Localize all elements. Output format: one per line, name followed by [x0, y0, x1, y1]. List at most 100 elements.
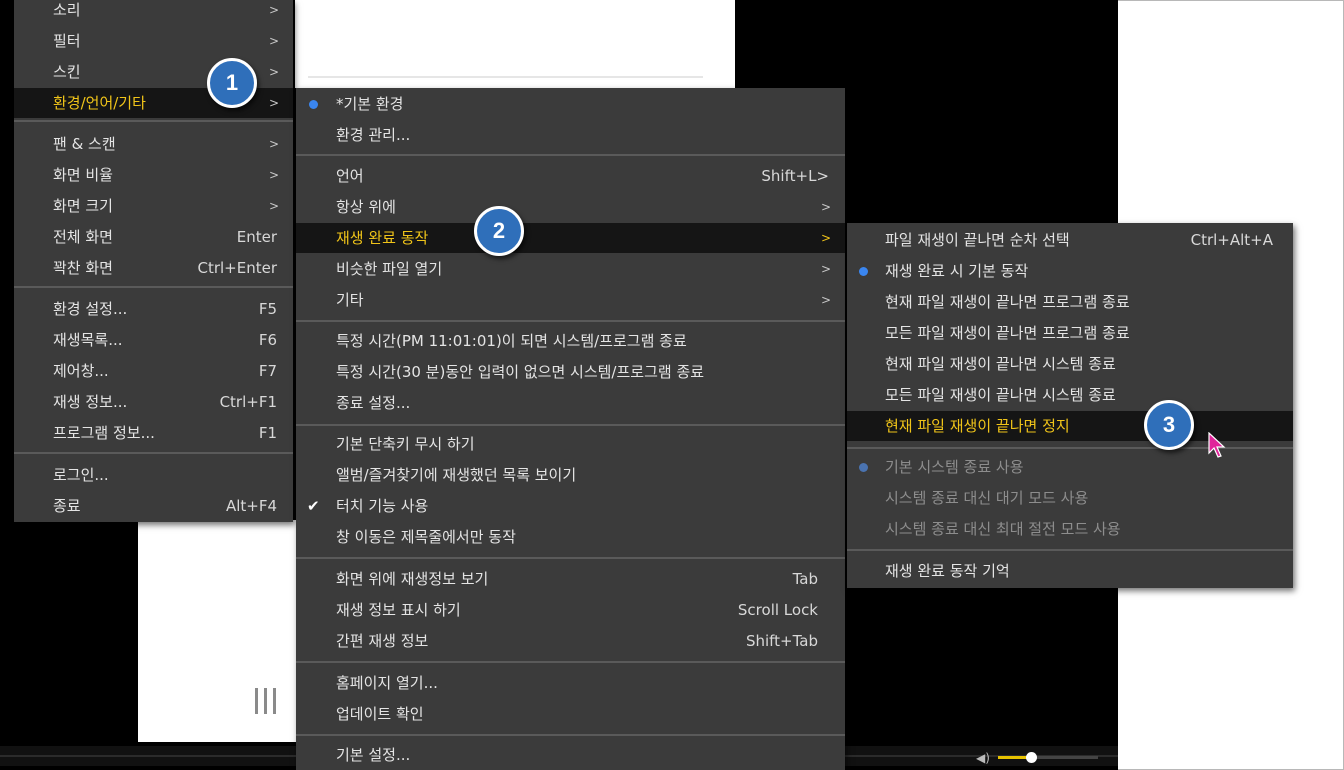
- menu-item-label: 필터: [53, 32, 81, 50]
- menu-item-exit-after-current[interactable]: 현재 파일 재생이 끝나면 프로그램 종료: [847, 287, 1293, 317]
- menu-item-timed-shutdown[interactable]: 특정 시간(PM 11:01:01)이 되면 시스템/프로그램 종료: [296, 326, 845, 356]
- menu-item-label: 재생 완료 동작 기억: [885, 562, 1010, 580]
- environment-submenu: *기본 환경 환경 관리... 언어 Shift+L> 항상 위에 > 재생 완료 …: [296, 88, 845, 770]
- menu-item-label: 항상 위에: [336, 198, 396, 216]
- menu-item-default-action[interactable]: 재생 완료 시 기본 동작: [847, 256, 1293, 286]
- menu-item-pan-scan[interactable]: 팬 & 스캔 >: [14, 129, 293, 159]
- menu-item-label: 재생 정보...: [53, 393, 128, 411]
- menu-item-shutdown-after-current[interactable]: 현재 파일 재생이 끝나면 시스템 종료: [847, 349, 1293, 379]
- menu-item-label: 꽉찬 화면: [53, 259, 113, 277]
- mouse-cursor-icon: [1208, 432, 1226, 458]
- shortcut-text: F6: [258, 331, 277, 349]
- step-badge-2: 2: [474, 206, 524, 256]
- shortcut-text: Scroll Lock: [737, 601, 818, 619]
- menu-item-remember-action[interactable]: 재생 완료 동작 기억: [847, 556, 1293, 586]
- menu-item-simple-info[interactable]: 간편 재생 정보 Shift+Tab: [296, 626, 845, 656]
- volume-knob[interactable]: [1026, 752, 1037, 763]
- menu-item-label: 시스템 종료 대신 대기 모드 사용: [885, 489, 1089, 507]
- menu-item-label: 환경 관리...: [336, 126, 411, 144]
- menu-item-label: 스킨: [53, 63, 81, 81]
- menu-item-preferences[interactable]: 환경 설정... F5: [14, 294, 293, 324]
- menu-separator: [14, 452, 293, 454]
- shortcut-text: F1: [258, 424, 277, 442]
- shortcut-text: Alt+F4: [225, 497, 277, 515]
- menu-separator: [296, 661, 845, 663]
- menu-separator: [14, 120, 293, 122]
- menu-item-playback-info[interactable]: 재생 정보... Ctrl+F1: [14, 387, 293, 417]
- menu-item-display-info[interactable]: 재생 정보 표시 하기 Scroll Lock: [296, 595, 845, 625]
- menu-item-label: 업데이트 확인: [336, 705, 424, 723]
- white-panel: [295, 0, 735, 88]
- menu-item-fullscreen[interactable]: 전체 화면 Enter: [14, 222, 293, 252]
- menu-item-hibernate-mode: 시스템 종료 대신 최대 절전 모드 사용: [847, 514, 1293, 544]
- menu-separator: [296, 424, 845, 426]
- menu-item-shutdown-settings[interactable]: 종료 설정...: [296, 388, 845, 418]
- menu-item-screen-size[interactable]: 화면 크기 >: [14, 191, 293, 221]
- chevron-right-icon: >: [268, 96, 279, 110]
- chevron-right-icon: >: [820, 231, 831, 245]
- menu-item-label: 화면 크기: [53, 197, 113, 215]
- menu-item-label: 모든 파일 재생이 끝나면 시스템 종료: [885, 386, 1116, 404]
- menu-item-env-manage[interactable]: 환경 관리...: [296, 120, 845, 150]
- menu-item-sound[interactable]: 소리 >: [14, 0, 293, 25]
- menu-item-idle-shutdown[interactable]: 특정 시간(30 분)동안 입력이 없으면 시스템/프로그램 종료: [296, 357, 845, 387]
- radio-selected-icon: [859, 463, 868, 472]
- shortcut-text: Tab: [792, 570, 818, 588]
- menu-item-aspect-ratio[interactable]: 화면 비율 >: [14, 160, 293, 190]
- menu-item-program-info[interactable]: 프로그램 정보... F1: [14, 418, 293, 448]
- menu-item-default-settings[interactable]: 기본 설정...: [296, 740, 845, 770]
- menu-item-other[interactable]: 기타 >: [296, 285, 845, 315]
- menu-item-label: 로그인...: [53, 466, 109, 484]
- shortcut-text: F7: [258, 362, 277, 380]
- menu-item-label: 비슷한 파일 열기: [336, 260, 443, 278]
- menu-item-default-env[interactable]: *기본 환경: [296, 89, 845, 119]
- shortcut-text: F5: [258, 300, 277, 318]
- menu-item-label: 현재 파일 재생이 끝나면 프로그램 종료: [885, 293, 1130, 311]
- shortcut-text: Ctrl+Enter: [197, 259, 277, 277]
- menu-item-language[interactable]: 언어 Shift+L>: [296, 161, 845, 191]
- resize-grip-icon[interactable]: [255, 688, 285, 714]
- menu-item-playback-complete-action[interactable]: 재생 완료 동작 >: [296, 223, 845, 253]
- menu-item-label: 시스템 종료 대신 최대 절전 모드 사용: [885, 520, 1121, 538]
- radio-selected-icon: [859, 267, 868, 276]
- menu-item-open-homepage[interactable]: 홈페이지 열기...: [296, 668, 845, 698]
- chevron-right-icon: >: [820, 262, 831, 276]
- menu-item-label: 재생 완료 동작: [336, 229, 429, 247]
- menu-item-sequential[interactable]: 파일 재생이 끝나면 순차 선택 Ctrl+Alt+A: [847, 225, 1293, 255]
- menu-item-login[interactable]: 로그인...: [14, 460, 293, 490]
- menu-item-show-info-overlay[interactable]: 화면 위에 재생정보 보기 Tab: [296, 564, 845, 594]
- menu-item-label: 파일 재생이 끝나면 순차 선택: [885, 231, 1070, 249]
- menu-item-label: 재생 정보 표시 하기: [336, 601, 461, 619]
- menu-item-label: 현재 파일 재생이 끝나면 시스템 종료: [885, 355, 1116, 373]
- volume-slider[interactable]: [998, 752, 1098, 763]
- playback-complete-submenu: 파일 재생이 끝나면 순차 선택 Ctrl+Alt+A 재생 완료 시 기본 동작…: [847, 223, 1293, 588]
- menu-item-touch-feature[interactable]: ✔ 터치 기능 사용: [296, 491, 845, 521]
- menu-item-label: 팬 & 스캔: [53, 135, 116, 153]
- shortcut-text: Ctrl+F1: [219, 393, 277, 411]
- menu-item-fill-screen[interactable]: 꽉찬 화면 Ctrl+Enter: [14, 253, 293, 283]
- chevron-right-icon: >: [820, 293, 831, 307]
- menu-item-show-played-list[interactable]: 앨범/즐겨찾기에 재생했던 목록 보이기: [296, 460, 845, 490]
- shortcut-text: Shift+L>: [761, 167, 829, 185]
- menu-item-label: 현재 파일 재생이 끝나면 정지: [885, 417, 1070, 435]
- menu-item-label: 환경/언어/기타: [53, 94, 146, 112]
- menu-item-check-update[interactable]: 업데이트 확인: [296, 699, 845, 729]
- menu-item-label: 앨범/즐겨찾기에 재생했던 목록 보이기: [336, 466, 577, 484]
- menu-item-label: 종료 설정...: [336, 394, 411, 412]
- menu-item-control-window[interactable]: 제어창... F7: [14, 356, 293, 386]
- menu-separator: [296, 320, 845, 322]
- shortcut-text: Enter: [236, 228, 277, 246]
- chevron-right-icon: >: [820, 200, 831, 214]
- menu-item-open-similar[interactable]: 비슷한 파일 열기 >: [296, 254, 845, 284]
- menu-item-exit[interactable]: 종료 Alt+F4: [14, 491, 293, 521]
- menu-item-ignore-shortcuts[interactable]: 기본 단축키 무시 하기: [296, 429, 845, 459]
- step-badge-3: 3: [1144, 400, 1194, 450]
- chevron-right-icon: >: [268, 3, 279, 17]
- menu-item-titlebar-move[interactable]: 창 이동은 제목줄에서만 동작: [296, 522, 845, 552]
- speaker-icon[interactable]: ◀): [976, 751, 990, 765]
- menu-item-shutdown-after-all[interactable]: 모든 파일 재생이 끝나면 시스템 종료: [847, 380, 1293, 410]
- menu-item-playlist[interactable]: 재생목록... F6: [14, 325, 293, 355]
- menu-item-always-on-top[interactable]: 항상 위에 >: [296, 192, 845, 222]
- menu-item-filter[interactable]: 필터 >: [14, 26, 293, 56]
- menu-item-exit-after-all[interactable]: 모든 파일 재생이 끝나면 프로그램 종료: [847, 318, 1293, 348]
